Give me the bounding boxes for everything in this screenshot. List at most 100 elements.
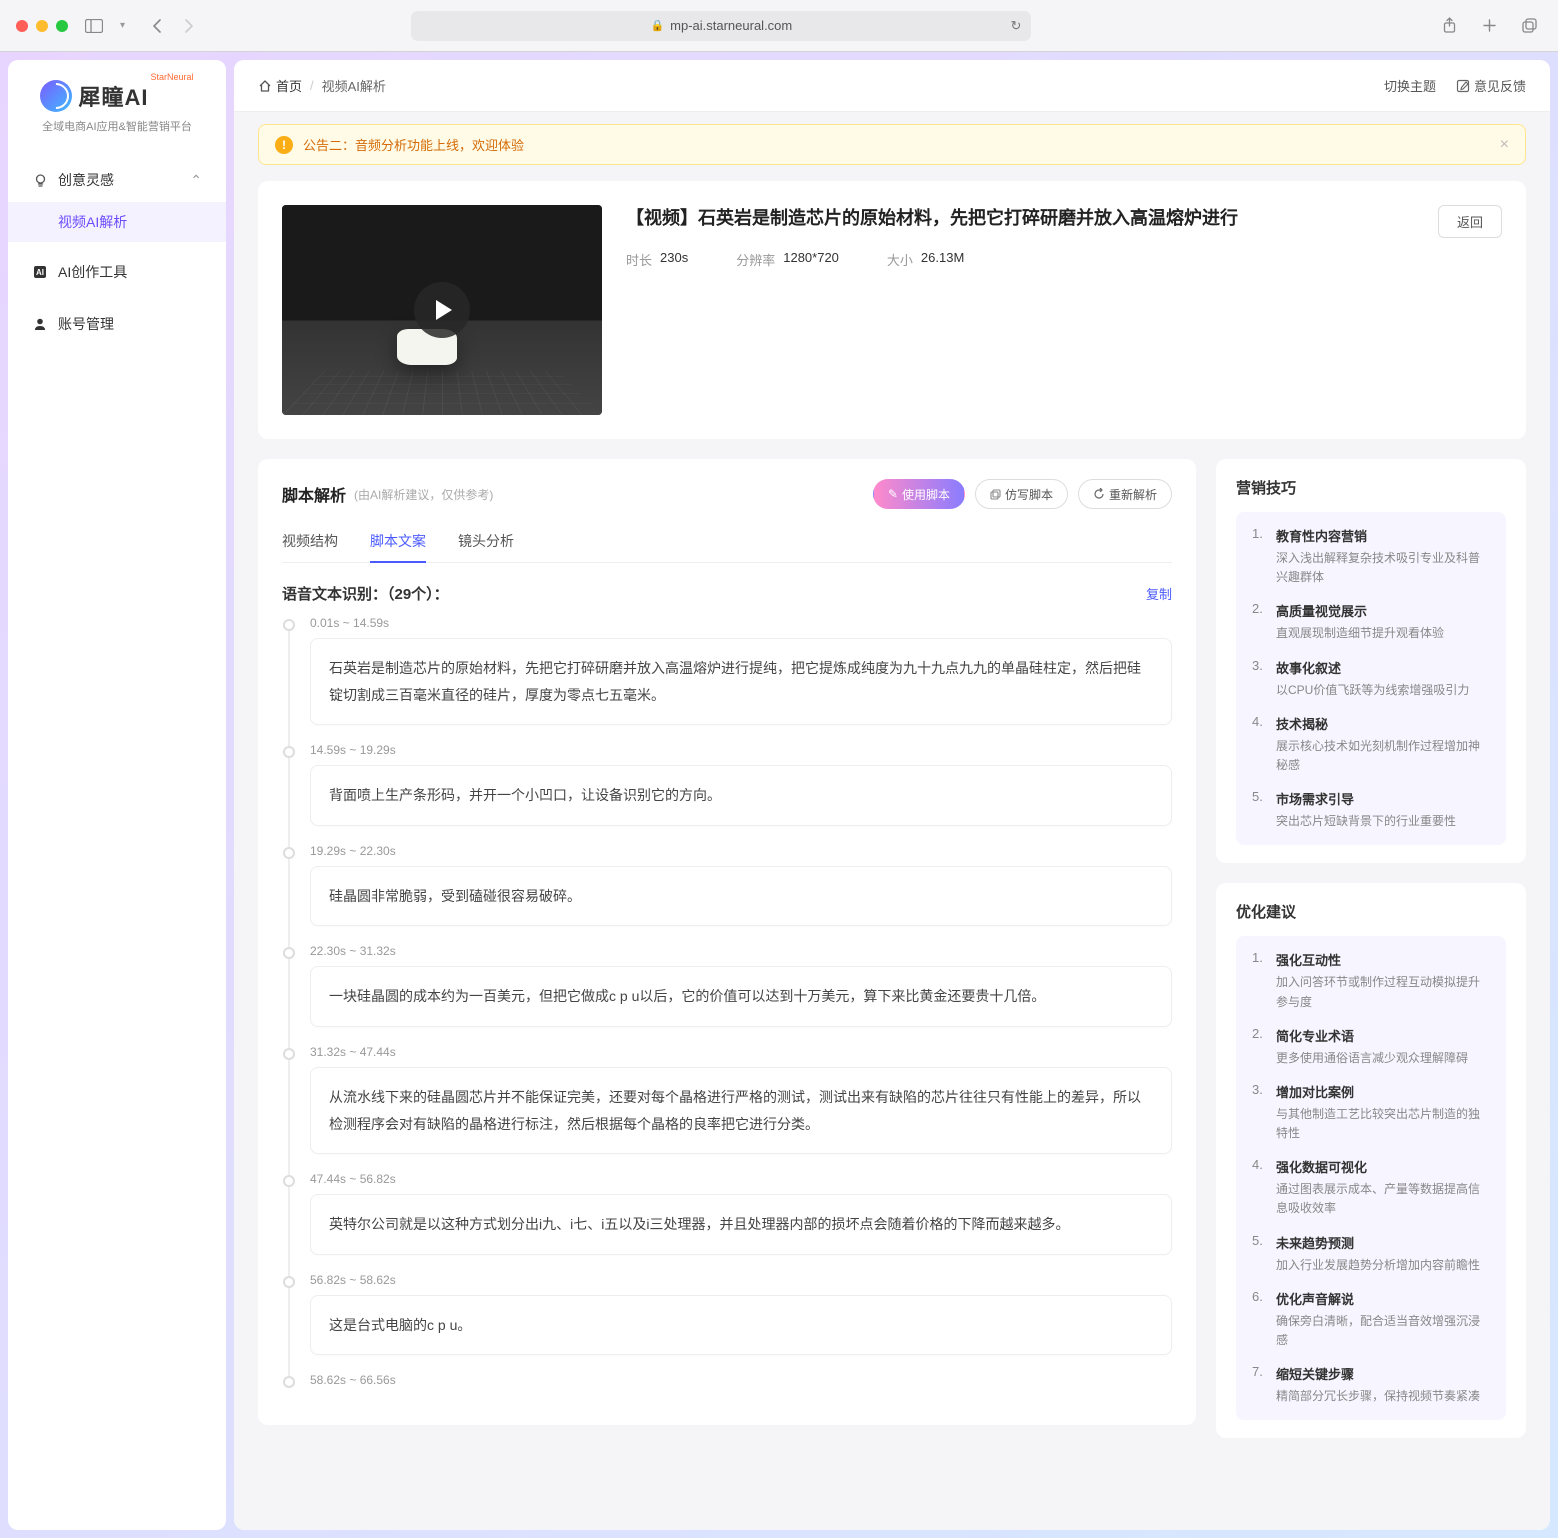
- tip-title: 未来趋势预测: [1276, 1233, 1490, 1252]
- tip-item: 强化数据可视化通过图表展示成本、产量等数据提高信息吸收效率: [1252, 1157, 1490, 1218]
- minimize-window[interactable]: [36, 20, 48, 32]
- tip-title: 增加对比案例: [1276, 1082, 1490, 1101]
- feedback-button[interactable]: 意见反馈: [1456, 76, 1526, 95]
- tip-title: 强化数据可视化: [1276, 1157, 1490, 1176]
- regenerate-button[interactable]: 重新解析: [1078, 479, 1172, 509]
- forward-icon[interactable]: [177, 14, 201, 38]
- segment-text: 硅晶圆非常脆弱，受到磕碰很容易破碎。: [310, 866, 1172, 927]
- optimize-tips-panel: 优化建议 强化互动性加入问答环节或制作过程互动模拟提升参与度简化专业术语更多使用…: [1216, 883, 1526, 1438]
- notice-banner: ! 公告二：音频分析功能上线，欢迎体验 ×: [258, 124, 1526, 165]
- tip-desc: 展示核心技术如光刻机制作过程增加神秘感: [1276, 737, 1490, 775]
- transcript-segment: 47.44s ~ 56.82s英特尔公司就是以这种方式划分出i九、i七、i五以及…: [310, 1172, 1172, 1255]
- main: 首页 / 视频AI解析 切换主题 意见反馈 ! 公告二：音频分析功能上线，欢迎体…: [234, 60, 1550, 1530]
- tab[interactable]: 视频结构: [282, 521, 338, 563]
- nav-group-label: 账号管理: [58, 314, 114, 334]
- panel-title: 营销技巧: [1236, 477, 1506, 498]
- tabs-icon[interactable]: [1518, 14, 1542, 38]
- segment-text: 石英岩是制造芯片的原始材料，先把它打碎研磨并放入高温熔炉进行提纯，把它提炼成纯度…: [310, 638, 1172, 725]
- tip-item: 市场需求引导突出芯片短缺背景下的行业重要性: [1252, 789, 1490, 831]
- video-info-card: 【视频】石英岩是制造芯片的原始材料，先把它打碎研磨并放入高温熔炉进行 时长230…: [258, 181, 1526, 439]
- new-tab-icon[interactable]: [1478, 14, 1502, 38]
- address-bar[interactable]: 🔒 mp-ai.starneural.com ↻: [411, 11, 1031, 41]
- segment-time: 22.30s ~ 31.32s: [310, 944, 1172, 958]
- breadcrumb-current: 视频AI解析: [322, 76, 386, 95]
- tip-desc: 确保旁白清晰，配合适当音效增强沉浸感: [1276, 1312, 1490, 1350]
- segment-text: 从流水线下来的硅晶圆芯片并不能保证完美，还要对每个晶格进行严格的测试，测试出来有…: [310, 1067, 1172, 1154]
- marketing-tips-panel: 营销技巧 教育性内容营销深入浅出解释复杂技术吸引专业及科普兴趣群体高质量视觉展示…: [1216, 459, 1526, 863]
- transcript-segment: 22.30s ~ 31.32s一块硅晶圆的成本约为一百美元，但把它做成c p u…: [310, 944, 1172, 1027]
- breadcrumb-home[interactable]: 首页: [258, 76, 302, 95]
- tip-item: 缩短关键步骤精简部分冗长步骤，保持视频节奏紧凑: [1252, 1364, 1490, 1406]
- close-window[interactable]: [16, 20, 28, 32]
- section-title: 脚本解析: [282, 482, 346, 506]
- segment-time: 14.59s ~ 19.29s: [310, 743, 1172, 757]
- notice-text: 公告二：音频分析功能上线，欢迎体验: [303, 135, 524, 154]
- tip-desc: 加入问答环节或制作过程互动模拟提升参与度: [1276, 973, 1490, 1011]
- use-script-button[interactable]: ✎ 使用脚本: [873, 479, 965, 509]
- back-icon[interactable]: [145, 14, 169, 38]
- tip-title: 优化声音解说: [1276, 1289, 1490, 1308]
- theme-toggle[interactable]: 切换主题: [1384, 76, 1436, 95]
- meta-value: 1280*720: [783, 250, 839, 269]
- transcript-segment: 58.62s ~ 66.56s: [310, 1373, 1172, 1387]
- tip-title: 简化专业术语: [1276, 1026, 1490, 1045]
- segment-text: 英特尔公司就是以这种方式划分出i九、i七、i五以及i三处理器，并且处理器内部的损…: [310, 1194, 1172, 1255]
- svg-text:AI: AI: [36, 268, 44, 277]
- segment-time: 0.01s ~ 14.59s: [310, 616, 1172, 630]
- copy-all-link[interactable]: 复制: [1146, 584, 1172, 603]
- tip-title: 市场需求引导: [1276, 789, 1490, 808]
- chevron-down-icon[interactable]: ▾: [120, 20, 125, 31]
- meta-value: 230s: [660, 250, 688, 269]
- content: 【视频】石英岩是制造芯片的原始材料，先把它打碎研磨并放入高温熔炉进行 时长230…: [234, 165, 1550, 1530]
- nav-group-header-inspiration[interactable]: 创意灵感 ⌃: [8, 158, 226, 202]
- nav-group-header-ai-tools[interactable]: AI AI创作工具: [8, 250, 226, 294]
- reload-icon[interactable]: ↻: [1010, 18, 1021, 34]
- tip-title: 技术揭秘: [1276, 714, 1490, 733]
- video-title: 【视频】石英岩是制造芯片的原始材料，先把它打碎研磨并放入高温熔炉进行: [626, 205, 1414, 232]
- logo-mark-icon: [40, 80, 72, 112]
- tip-desc: 以CPU价值飞跃等为线索增强吸引力: [1276, 681, 1490, 700]
- lock-icon: 🔒: [650, 19, 664, 32]
- meta-item: 时长230s: [626, 250, 688, 269]
- analysis-tabs: 视频结构脚本文案镜头分析: [282, 521, 1172, 563]
- nav-group-header-account[interactable]: 账号管理: [8, 302, 226, 346]
- meta-label: 分辨率: [736, 250, 775, 269]
- nav-group-ai-tools: AI AI创作工具: [8, 250, 226, 294]
- imitate-script-button[interactable]: 仿写脚本: [975, 479, 1068, 509]
- tip-item: 强化互动性加入问答环节或制作过程互动模拟提升参与度: [1252, 950, 1490, 1011]
- tip-title: 教育性内容营销: [1276, 526, 1490, 545]
- tip-item: 优化声音解说确保旁白清晰，配合适当音效增强沉浸感: [1252, 1289, 1490, 1350]
- play-button[interactable]: [414, 282, 470, 338]
- refresh-icon: [1093, 488, 1105, 500]
- nav-buttons: [145, 14, 201, 38]
- tip-title: 故事化叙述: [1276, 658, 1490, 677]
- tip-title: 高质量视觉展示: [1276, 601, 1490, 620]
- analysis-panel: 脚本解析 (由AI解析建议，仅供参考) ✎ 使用脚本 仿写脚本: [258, 459, 1196, 1425]
- tip-desc: 精简部分冗长步骤，保持视频节奏紧凑: [1276, 1387, 1490, 1406]
- segment-time: 31.32s ~ 47.44s: [310, 1045, 1172, 1059]
- tip-item: 高质量视觉展示直观展现制造细节提升观看体验: [1252, 601, 1490, 643]
- tab[interactable]: 镜头分析: [458, 521, 514, 563]
- logo-badge: StarNeural: [150, 72, 193, 82]
- transcript-segment: 0.01s ~ 14.59s 石英岩是制造芯片的原始材料，先把它打碎研磨并放入高温…: [310, 616, 1172, 725]
- tip-item: 简化专业术语更多使用通俗语言减少观众理解障碍: [1252, 1026, 1490, 1068]
- maximize-window[interactable]: [56, 20, 68, 32]
- transcript-segment: 14.59s ~ 19.29s背面喷上生产条形码，并开一个小凹口，让设备识别它的…: [310, 743, 1172, 826]
- meta-value: 26.13M: [921, 250, 964, 269]
- transcript-title: 语音文本识别：（29个）：: [282, 583, 449, 604]
- breadcrumb: 首页 / 视频AI解析: [258, 76, 386, 95]
- header: 首页 / 视频AI解析 切换主题 意见反馈: [234, 60, 1550, 112]
- back-button[interactable]: 返回: [1438, 205, 1502, 238]
- browser-chrome: ▾ 🔒 mp-ai.starneural.com ↻: [0, 0, 1558, 52]
- chevron-up-icon: ⌃: [190, 172, 202, 189]
- nav-group-inspiration: 创意灵感 ⌃ 视频AI解析: [8, 158, 226, 242]
- tab[interactable]: 脚本文案: [370, 521, 426, 563]
- tip-desc: 更多使用通俗语言减少观众理解障碍: [1276, 1049, 1490, 1068]
- share-icon[interactable]: [1438, 14, 1462, 38]
- logo: 犀瞳AI StarNeural 全域电商AI应用&智能营销平台: [8, 80, 226, 150]
- sidebar-item-video-ai[interactable]: 视频AI解析: [8, 202, 226, 242]
- tip-title: 缩短关键步骤: [1276, 1364, 1490, 1383]
- tip-item: 增加对比案例与其他制造工艺比较突出芯片制造的独特性: [1252, 1082, 1490, 1143]
- sidebar-toggle-icon[interactable]: [82, 14, 106, 38]
- close-icon[interactable]: ×: [1500, 136, 1509, 154]
